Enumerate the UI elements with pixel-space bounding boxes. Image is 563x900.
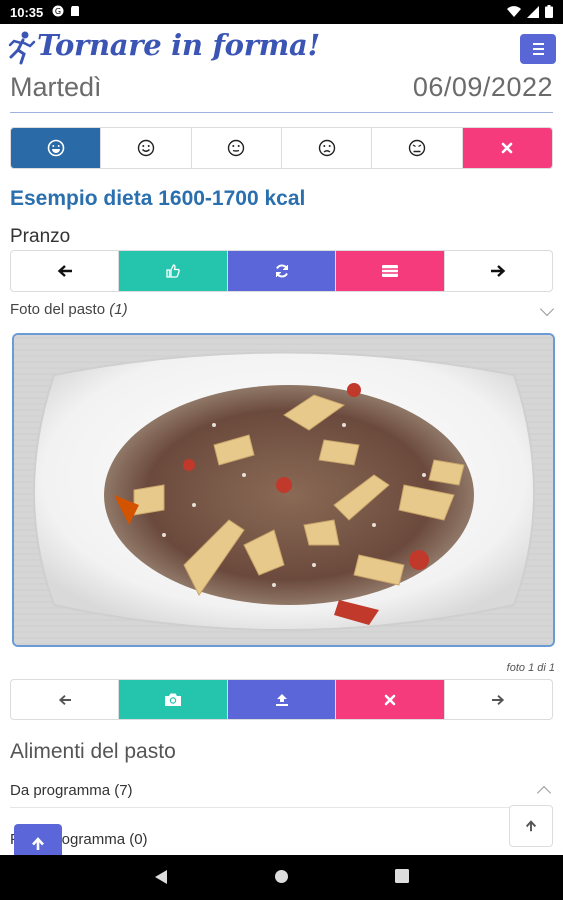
mood-happy-button[interactable] bbox=[101, 128, 192, 168]
chevron-up-icon bbox=[536, 785, 552, 801]
scroll-up-fab[interactable] bbox=[14, 824, 62, 855]
mood-sad-button[interactable] bbox=[282, 128, 373, 168]
replace-meal-button[interactable] bbox=[227, 251, 337, 291]
diet-title: Esempio dieta 1600-1700 kcal bbox=[10, 187, 306, 210]
meal-photo-image bbox=[14, 335, 553, 645]
app-header: Tornare in forma! Martedì 06/09/2022 bbox=[0, 24, 563, 114]
photo-counter: foto 1 di 1 bbox=[506, 662, 555, 674]
arrow-left-icon bbox=[58, 694, 71, 705]
thumbs-up-icon bbox=[166, 264, 180, 278]
svg-text:G: G bbox=[55, 7, 61, 16]
app-title: Tornare in forma! bbox=[37, 28, 320, 62]
meal-name: Pranzo bbox=[10, 226, 71, 247]
status-time: 10:35 bbox=[10, 5, 44, 20]
arrow-up-icon bbox=[525, 820, 537, 832]
take-photo-button[interactable] bbox=[119, 680, 228, 719]
upload-icon bbox=[275, 693, 288, 706]
scroll-to-top-button[interactable] bbox=[509, 805, 553, 847]
meal-photo[interactable] bbox=[12, 333, 555, 647]
meal-photo-count: (1) bbox=[109, 301, 128, 318]
wifi-icon bbox=[507, 5, 521, 17]
notification-icon: G bbox=[52, 5, 64, 17]
meal-navigation bbox=[10, 250, 553, 292]
date-label[interactable]: 06/09/2022 bbox=[413, 72, 553, 103]
very-happy-face-icon bbox=[47, 139, 64, 157]
app-screen: Tornare in forma! Martedì 06/09/2022 Ese… bbox=[0, 24, 563, 855]
planned-foods-section[interactable]: Da programma (7) bbox=[10, 772, 553, 808]
like-meal-button[interactable] bbox=[119, 251, 228, 291]
refresh-icon bbox=[275, 264, 288, 278]
mood-selector bbox=[10, 127, 553, 169]
upload-photo-button[interactable] bbox=[227, 680, 337, 719]
close-icon bbox=[501, 142, 513, 154]
mood-very-happy-button[interactable] bbox=[11, 128, 102, 168]
recents-icon[interactable] bbox=[395, 869, 409, 883]
chevron-down-icon[interactable] bbox=[539, 301, 555, 317]
delete-photo-button[interactable] bbox=[336, 680, 445, 719]
meal-photo-header[interactable]: Foto del pasto (1) bbox=[10, 301, 128, 318]
close-icon bbox=[384, 694, 396, 705]
happy-face-icon bbox=[137, 139, 155, 157]
hamburger-icon bbox=[532, 43, 544, 45]
back-icon[interactable] bbox=[154, 869, 168, 885]
arrow-right-icon bbox=[492, 694, 505, 705]
system-navigation-bar bbox=[0, 855, 563, 900]
unplanned-foods-section[interactable]: Fuori programma (0) bbox=[10, 821, 553, 855]
camera-icon bbox=[165, 693, 182, 706]
mood-neutral-button[interactable] bbox=[192, 128, 282, 168]
signal-icon bbox=[527, 5, 539, 18]
runner-logo-icon bbox=[8, 31, 36, 65]
previous-photo-button[interactable] bbox=[11, 680, 120, 719]
neutral-face-icon bbox=[228, 139, 245, 157]
sad-face-icon bbox=[318, 139, 335, 157]
arrow-left-icon bbox=[57, 265, 72, 277]
mood-clear-button[interactable] bbox=[462, 128, 552, 168]
battery-icon bbox=[545, 5, 553, 18]
next-photo-button[interactable] bbox=[445, 680, 552, 719]
foods-title: Alimenti del pasto bbox=[10, 740, 176, 763]
day-label: Martedì bbox=[10, 72, 102, 102]
sd-card-icon bbox=[71, 6, 79, 16]
status-bar: 10:35 G bbox=[0, 0, 563, 24]
arrow-right-icon bbox=[491, 265, 506, 277]
next-meal-button[interactable] bbox=[445, 251, 552, 291]
meal-details-button[interactable] bbox=[336, 251, 445, 291]
home-icon[interactable] bbox=[274, 869, 289, 884]
very-sad-face-icon bbox=[408, 139, 426, 157]
previous-meal-button[interactable] bbox=[11, 251, 120, 291]
meal-photo-label: Foto del pasto bbox=[10, 301, 106, 318]
mood-very-sad-button[interactable] bbox=[372, 128, 463, 168]
card-list-icon bbox=[381, 265, 398, 277]
photo-actions bbox=[10, 679, 553, 720]
header-divider bbox=[10, 112, 553, 113]
arrow-up-icon bbox=[32, 837, 44, 850]
menu-button[interactable] bbox=[520, 34, 556, 64]
planned-foods-label: Da programma (7) bbox=[10, 782, 133, 799]
